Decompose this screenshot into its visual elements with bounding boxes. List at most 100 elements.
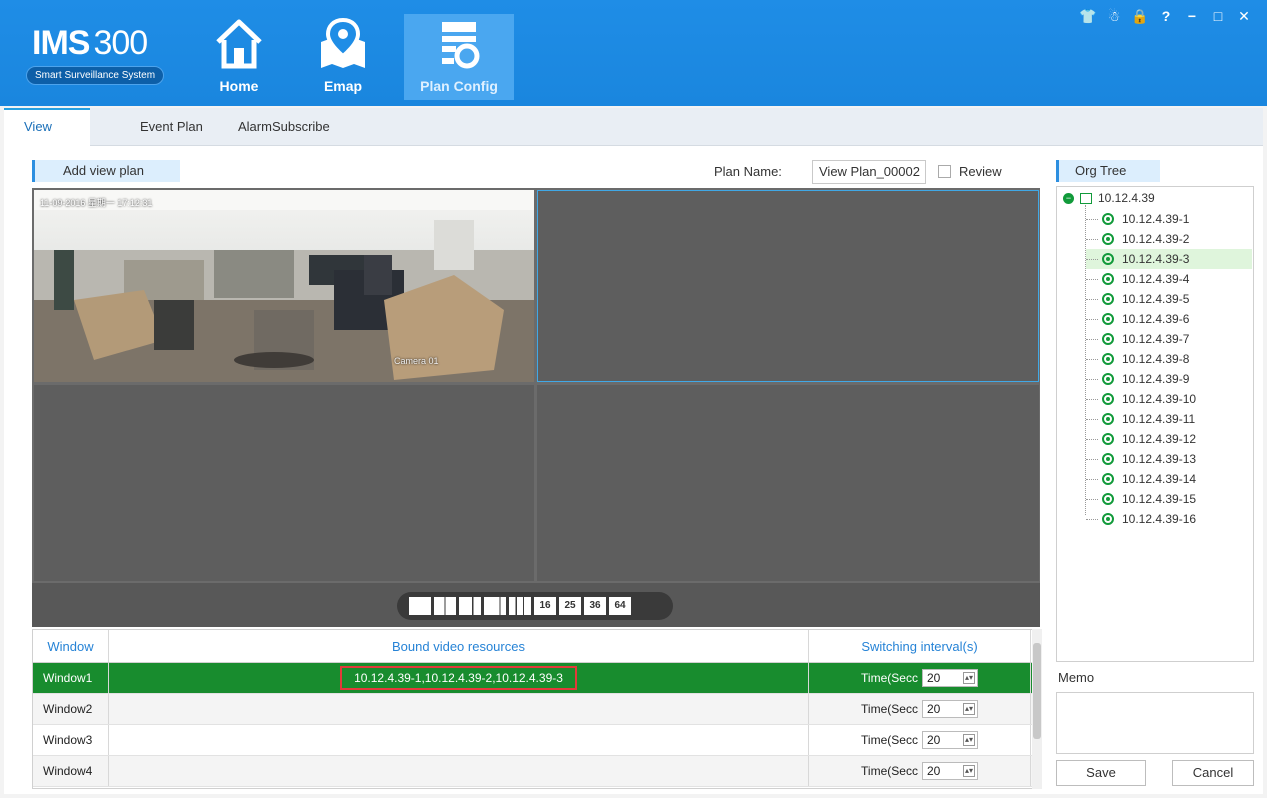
interval-value: 20: [926, 702, 941, 716]
camera-icon: [1102, 433, 1114, 445]
layout-16-button[interactable]: 16: [534, 597, 556, 615]
tree-item[interactable]: 10.12.4.39-8: [1086, 349, 1252, 369]
cancel-button[interactable]: Cancel: [1172, 760, 1254, 786]
tree-item-label: 10.12.4.39-11: [1122, 412, 1196, 426]
layout-36-button[interactable]: 36: [584, 597, 606, 615]
tree-branch-line: [1086, 278, 1098, 280]
layout-25-button[interactable]: 25: [559, 597, 581, 615]
table-scrollbar[interactable]: [1032, 629, 1042, 789]
tree-item-label: 10.12.4.39-14: [1122, 472, 1197, 486]
tree-item[interactable]: 10.12.4.39-6: [1086, 309, 1252, 329]
camera-icon: [1102, 473, 1114, 485]
collapse-icon[interactable]: −: [1063, 192, 1074, 204]
tab-event-plan[interactable]: Event Plan: [120, 108, 223, 146]
video-window-4[interactable]: [537, 385, 1039, 581]
scrollbar-thumb[interactable]: [1033, 643, 1041, 739]
col-resources-header: Bound video resources: [109, 630, 809, 662]
logo-subtitle: Smart Surveillance System: [26, 66, 165, 85]
tree-item[interactable]: 10.12.4.39-12: [1086, 429, 1252, 449]
table-row[interactable]: Window1 10.12.4.39-1,10.12.4.39-2,10.12.…: [33, 663, 1041, 694]
interval-spinbox[interactable]: 20 ▴▾: [921, 762, 978, 780]
interval-spinbox[interactable]: 20 ▴▾: [921, 669, 978, 687]
table-row[interactable]: Window3 Time(Secc 20 ▴▾: [33, 725, 1041, 756]
nav-plan-config-label: Plan Config: [420, 78, 498, 94]
tree-item[interactable]: 10.12.4.39-15: [1086, 489, 1252, 509]
interval-value: 20: [926, 764, 941, 778]
camera-icon: [1102, 453, 1114, 465]
nav-home-label: Home: [219, 78, 259, 94]
review-checkbox-box[interactable]: [938, 165, 951, 178]
layout-1-button[interactable]: [409, 597, 431, 615]
tree-root-node[interactable]: − 10.12.4.39: [1063, 191, 1155, 205]
layout-64-button[interactable]: 64: [609, 597, 631, 615]
review-checkbox[interactable]: Review: [938, 164, 1002, 179]
spin-arrows-icon[interactable]: ▴▾: [962, 703, 975, 715]
tree-item[interactable]: 10.12.4.39-2: [1086, 229, 1252, 249]
time-label: Time(Secc: [861, 733, 918, 747]
lock-icon[interactable]: 🔒: [1127, 6, 1153, 26]
layout-9-button[interactable]: [509, 597, 531, 615]
tree-item[interactable]: 10.12.4.39-1: [1086, 209, 1252, 229]
tree-branch-line: [1086, 358, 1098, 360]
main-panel: Add view plan Plan Name: View Plan_00002…: [4, 146, 1263, 794]
tree-item-label: 10.12.4.39-12: [1122, 432, 1197, 446]
tree-item-label: 10.12.4.39-2: [1122, 232, 1190, 246]
video-window-2[interactable]: [537, 190, 1039, 382]
camera-icon: [1102, 513, 1114, 525]
minimize-button[interactable]: −: [1179, 6, 1205, 26]
layout-4-button[interactable]: [434, 597, 456, 615]
save-button[interactable]: Save: [1056, 760, 1146, 786]
camera-icon: [1102, 253, 1114, 265]
table-row[interactable]: Window4 Time(Secc 20 ▴▾: [33, 756, 1041, 787]
org-tree-title: Org Tree: [1056, 160, 1160, 182]
memo-textarea[interactable]: [1056, 692, 1254, 754]
layout-6-button[interactable]: [459, 597, 481, 615]
spin-arrows-icon[interactable]: ▴▾: [962, 672, 975, 684]
user-icon[interactable]: ☃: [1101, 6, 1127, 26]
interval-spinbox[interactable]: 20 ▴▾: [921, 700, 978, 718]
tree-item[interactable]: 10.12.4.39-7: [1086, 329, 1252, 349]
skin-icon[interactable]: 👕: [1075, 6, 1101, 26]
tree-item-label: 10.12.4.39-4: [1122, 272, 1190, 286]
video-window-1[interactable]: 11-09-2016 星期一 17:12:31 Camera 01: [34, 190, 534, 382]
tree-item[interactable]: 10.12.4.39-16: [1086, 509, 1252, 529]
tree-item[interactable]: 10.12.4.39-5: [1086, 289, 1252, 309]
close-button[interactable]: ✕: [1231, 6, 1257, 26]
interval-spinbox[interactable]: 20 ▴▾: [921, 731, 978, 749]
tree-item[interactable]: 10.12.4.39-11: [1086, 409, 1252, 429]
nav-home-button[interactable]: Home: [184, 14, 294, 100]
tree-branch-line: [1086, 398, 1098, 400]
nav-emap-button[interactable]: Emap: [288, 14, 398, 100]
plan-name-input[interactable]: View Plan_00002: [812, 160, 926, 184]
layout-selector: 16 25 36 64: [397, 592, 673, 620]
tab-view-plan[interactable]: View Plan: [4, 108, 90, 168]
tree-item-label: 10.12.4.39-3: [1122, 252, 1190, 266]
tree-item[interactable]: 10.12.4.39-4: [1086, 269, 1252, 289]
interval-value: 20: [926, 733, 941, 747]
camera-timestamp-overlay: 11-09-2016 星期一 17:12:31: [40, 198, 153, 208]
home-icon: [216, 19, 262, 69]
add-view-plan-button[interactable]: Add view plan: [32, 160, 180, 182]
tree-item[interactable]: 10.12.4.39-13: [1086, 449, 1252, 469]
maximize-button[interactable]: □: [1205, 6, 1231, 26]
nav-plan-config-button[interactable]: Plan Config: [404, 14, 514, 100]
camera-name-overlay: Camera 01: [394, 356, 439, 366]
layout-8-button[interactable]: [484, 597, 506, 615]
tab-alarm-subscribe[interactable]: AlarmSubscribe: [218, 108, 350, 146]
tree-item-label: 10.12.4.39-10: [1122, 392, 1197, 406]
tree-item[interactable]: 10.12.4.39-10: [1086, 389, 1252, 409]
resources-cell: 10.12.4.39-1,10.12.4.39-2,10.12.4.39-3: [109, 663, 809, 693]
interval-cell: Time(Secc 20 ▴▾: [809, 663, 1031, 693]
help-button[interactable]: ?: [1153, 6, 1179, 26]
tree-branch-line: [1086, 438, 1098, 440]
spin-arrows-icon[interactable]: ▴▾: [962, 734, 975, 746]
tree-item[interactable]: 10.12.4.39-9: [1086, 369, 1252, 389]
spin-arrows-icon[interactable]: ▴▾: [962, 765, 975, 777]
video-window-3[interactable]: [34, 385, 534, 581]
tree-item[interactable]: 10.12.4.39-14: [1086, 469, 1252, 489]
tree-branch-line: [1086, 258, 1098, 260]
tree-item[interactable]: 10.12.4.39-3: [1086, 249, 1252, 269]
table-row[interactable]: Window2 Time(Secc 20 ▴▾: [33, 694, 1041, 725]
tree-branch-line: [1086, 418, 1098, 420]
camera-icon: [1102, 213, 1114, 225]
